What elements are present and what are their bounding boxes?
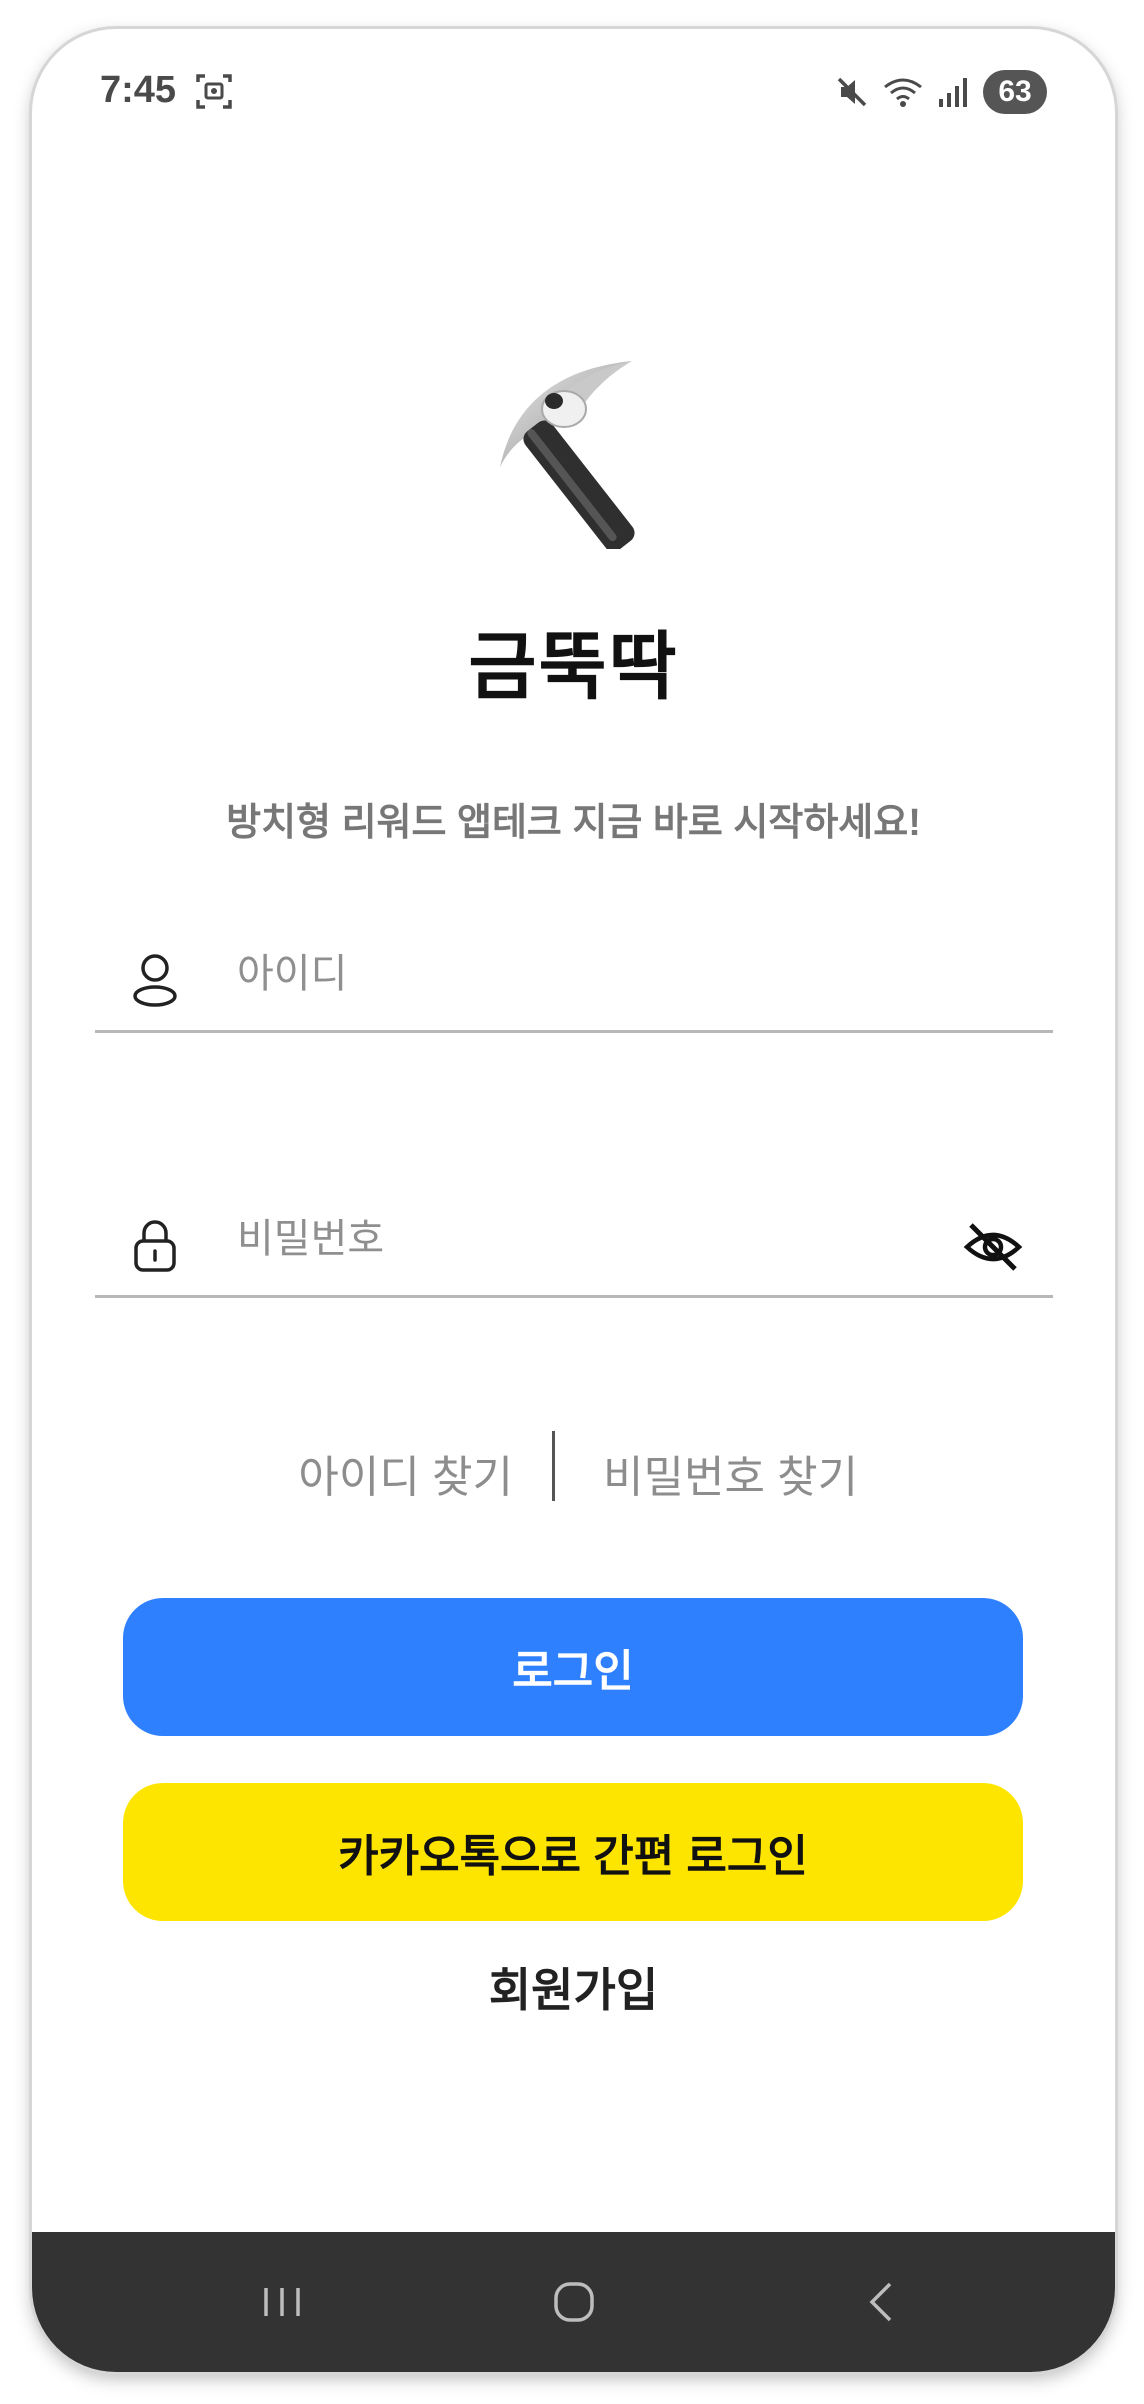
status-icons: 63 xyxy=(835,69,1047,115)
login-button[interactable]: 로그인 xyxy=(123,1598,1023,1736)
app-subtitle: 방치형 리워드 앱테크 지금 바로 시작하세요! xyxy=(226,802,921,844)
kakao-login-button[interactable]: 카카오톡으로 간편 로그인 xyxy=(123,1783,1023,1921)
phone-screen: 7:45 63 금뚝딱 방치형 리워드 앱테크 지금 바로 시작하세요! 아이디… xyxy=(32,29,1115,2372)
signal-icon xyxy=(939,78,967,107)
wifi-icon xyxy=(884,78,922,107)
find-id-link[interactable]: 아이디 찾기 xyxy=(298,1441,513,1505)
home-icon[interactable] xyxy=(544,2272,604,2332)
eye-off-icon[interactable] xyxy=(963,1221,1023,1273)
find-account-links: 아이디 찾기 비밀번호 찾기 xyxy=(32,1431,1115,1511)
password-field xyxy=(95,1175,1053,1298)
battery-icon: 63 xyxy=(983,70,1047,114)
app-title: 금뚝딱 xyxy=(468,625,679,708)
recent-apps-icon[interactable] xyxy=(252,2272,312,2332)
status-time: 7:45 xyxy=(100,69,177,111)
id-input[interactable] xyxy=(235,938,879,1010)
find-password-link[interactable]: 비밀번호 찾기 xyxy=(603,1441,858,1505)
lock-icon xyxy=(134,1220,176,1272)
user-icon xyxy=(133,954,177,1007)
screenshot-icon xyxy=(196,74,232,109)
back-icon[interactable] xyxy=(852,2272,912,2332)
pickaxe-icon xyxy=(500,361,635,549)
signup-link[interactable]: 회원가입 xyxy=(32,1954,1115,2020)
link-divider xyxy=(552,1431,555,1501)
id-field xyxy=(95,910,1053,1033)
navigation-bar xyxy=(32,2232,1115,2372)
password-input[interactable] xyxy=(235,1203,879,1275)
mute-icon xyxy=(837,77,867,107)
